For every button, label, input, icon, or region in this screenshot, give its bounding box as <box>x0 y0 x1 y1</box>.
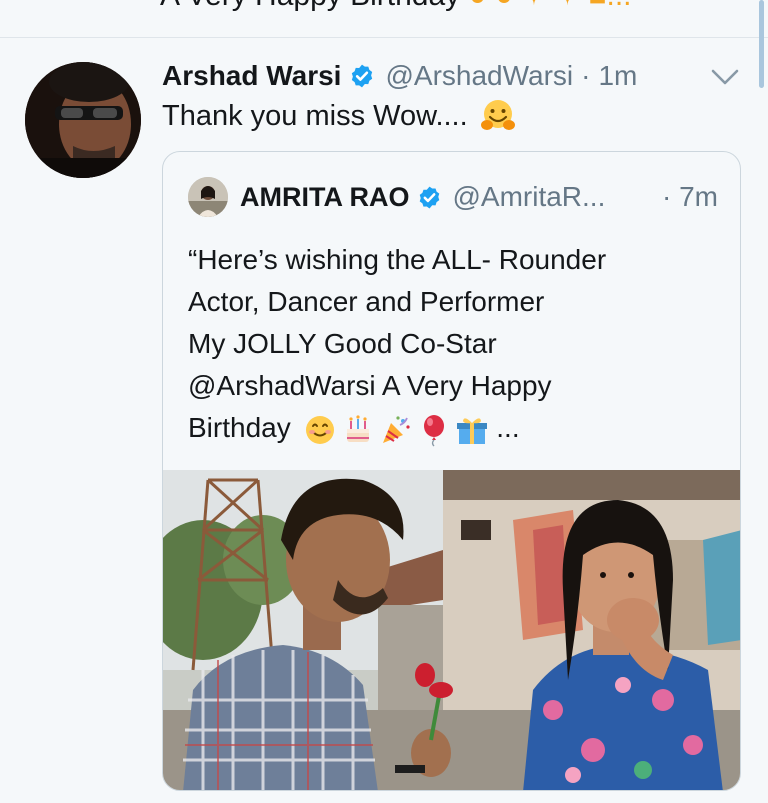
birthday-cake-icon <box>346 415 369 442</box>
author-name[interactable]: Arshad Warsi <box>162 60 341 92</box>
quoted-tweet-text: “Here’s wishing the ALL- Rounder Actor, … <box>188 239 728 449</box>
quoted-line: My JOLLY Good Co-Star <box>188 328 497 359</box>
meta-separator: · <box>581 60 591 91</box>
author-handle[interactable]: @ArshadWarsi <box>385 60 573 92</box>
chevron-down-icon[interactable] <box>708 64 742 90</box>
hugging-face-icon <box>480 100 515 130</box>
tweet-divider <box>0 37 768 38</box>
avatar-image <box>25 62 141 178</box>
tweet-thread-view: A Very Happy Birthday ● ● ✦ ✦ ■... Arsha… <box>0 0 768 803</box>
quoted-tweet-photo[interactable] <box>163 470 740 790</box>
verified-badge-icon <box>417 185 442 210</box>
quoted-tweet-card[interactable]: AMRITA RAO @AmritaR... · 7m “Here’s wish… <box>162 151 741 791</box>
wrapped-gift-icon <box>456 418 487 444</box>
verified-badge-icon <box>349 63 375 89</box>
quoted-trailing-ellipsis: ... <box>496 412 520 443</box>
tweet-header: Arshad Warsi @ArshadWarsi · 1m <box>162 56 637 96</box>
quoted-line: @ArshadWarsi A Very Happy <box>188 370 552 401</box>
quoted-avatar <box>188 177 228 217</box>
quoted-author-handle: @AmritaR... <box>452 181 606 212</box>
quoted-line-text: Birthday <box>188 412 291 443</box>
photo-illustration <box>163 470 740 790</box>
avatar[interactable] <box>25 62 141 178</box>
tweet-text-content: Thank you miss Wow.... <box>162 99 468 132</box>
balloon-icon <box>423 414 444 447</box>
emoji-row <box>299 413 489 447</box>
quoted-tweet-header: AMRITA RAO @AmritaR... · 7m <box>188 175 718 219</box>
tweet-text: Thank you miss Wow.... <box>162 98 516 134</box>
scrollbar[interactable] <box>759 0 764 88</box>
party-popper-icon <box>382 416 410 443</box>
smiling-face-icon <box>305 415 334 444</box>
quoted-author-name: AMRITA RAO <box>240 181 410 212</box>
previous-tweet-emojis: ● ● ✦ ✦ ■... <box>469 0 632 12</box>
quoted-tweet-time: · 7m <box>662 181 718 212</box>
previous-tweet-fragment: A Very Happy Birthday <box>160 0 460 12</box>
tweet-time[interactable]: 1m <box>598 60 637 92</box>
quoted-line: Actor, Dancer and Performer <box>188 286 545 317</box>
previous-tweet-text: A Very Happy Birthday ● ● ✦ ✦ ■... <box>160 0 632 13</box>
quoted-line: “Here’s wishing the ALL- Rounder <box>188 244 607 275</box>
quoted-line-last: Birthday ... <box>188 407 728 449</box>
